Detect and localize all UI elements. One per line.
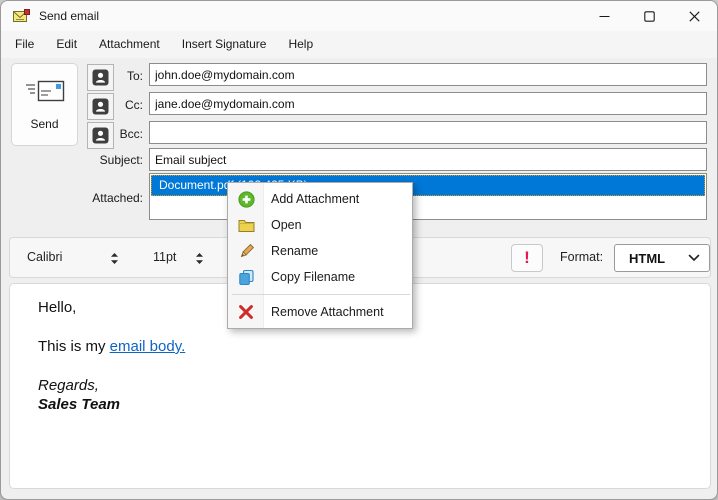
format-dropdown[interactable]: HTML bbox=[614, 244, 710, 272]
menu-item-rename[interactable]: Rename bbox=[228, 238, 412, 264]
cc-label: Cc: bbox=[61, 98, 143, 112]
send-button-label: Send bbox=[30, 117, 58, 131]
copy-icon bbox=[228, 269, 264, 286]
menu-item-open[interactable]: Open bbox=[228, 212, 412, 238]
remove-x-icon bbox=[228, 304, 264, 320]
cc-input[interactable] bbox=[149, 92, 707, 115]
menu-file[interactable]: File bbox=[4, 31, 45, 58]
menu-help[interactable]: Help bbox=[277, 31, 324, 58]
body-text: This is my bbox=[38, 338, 110, 355]
bcc-input[interactable] bbox=[149, 121, 707, 144]
maximize-icon bbox=[644, 11, 655, 22]
email-body-link[interactable]: email body. bbox=[110, 338, 186, 355]
minimize-button[interactable] bbox=[582, 1, 627, 31]
rename-pencil-icon bbox=[228, 243, 264, 260]
subject-label: Subject: bbox=[61, 153, 143, 167]
chevron-down-icon bbox=[688, 254, 700, 262]
send-envelope-icon bbox=[24, 78, 66, 110]
attachment-context-menu: Add Attachment Open bbox=[227, 182, 413, 329]
menu-edit[interactable]: Edit bbox=[45, 31, 88, 58]
font-size-selector[interactable]: 11pt bbox=[153, 238, 176, 277]
body-signature: Sales Team bbox=[38, 395, 682, 414]
body-line: This is my email body. bbox=[38, 337, 682, 356]
exclamation-icon: ! bbox=[524, 248, 530, 268]
add-attachment-icon bbox=[228, 191, 264, 208]
open-folder-icon bbox=[228, 218, 264, 233]
menu-item-add-attachment[interactable]: Add Attachment bbox=[228, 186, 412, 212]
font-size-spinner-icon[interactable] bbox=[195, 252, 204, 270]
subject-input[interactable] bbox=[149, 148, 707, 171]
to-label: To: bbox=[61, 69, 143, 83]
close-icon bbox=[689, 11, 700, 22]
menu-item-remove-attachment[interactable]: Remove Attachment bbox=[228, 299, 412, 325]
minimize-icon bbox=[599, 11, 610, 22]
menu-attachment[interactable]: Attachment bbox=[88, 31, 171, 58]
send-email-window: Send email File Edit Attachment Insert S… bbox=[0, 0, 718, 500]
context-menu-separator bbox=[232, 294, 410, 295]
maximize-button[interactable] bbox=[627, 1, 672, 31]
window-title: Send email bbox=[39, 9, 99, 23]
email-envelope-icon bbox=[13, 9, 30, 23]
menu-insert-signature[interactable]: Insert Signature bbox=[171, 31, 278, 58]
attached-label: Attached: bbox=[61, 191, 143, 205]
format-label: Format: bbox=[560, 238, 603, 277]
bcc-label: Bcc: bbox=[61, 127, 143, 141]
priority-button[interactable]: ! bbox=[511, 244, 543, 272]
font-name-selector[interactable]: Calibri bbox=[27, 238, 62, 277]
format-dropdown-value: HTML bbox=[629, 251, 688, 266]
title-bar: Send email bbox=[1, 1, 717, 31]
font-name-spinner-icon[interactable] bbox=[110, 252, 119, 270]
close-button[interactable] bbox=[672, 1, 717, 31]
menu-item-copy-filename[interactable]: Copy Filename bbox=[228, 264, 412, 290]
menu-bar: File Edit Attachment Insert Signature He… bbox=[1, 31, 717, 58]
to-input[interactable] bbox=[149, 63, 707, 86]
body-regards: Regards, bbox=[38, 376, 682, 395]
